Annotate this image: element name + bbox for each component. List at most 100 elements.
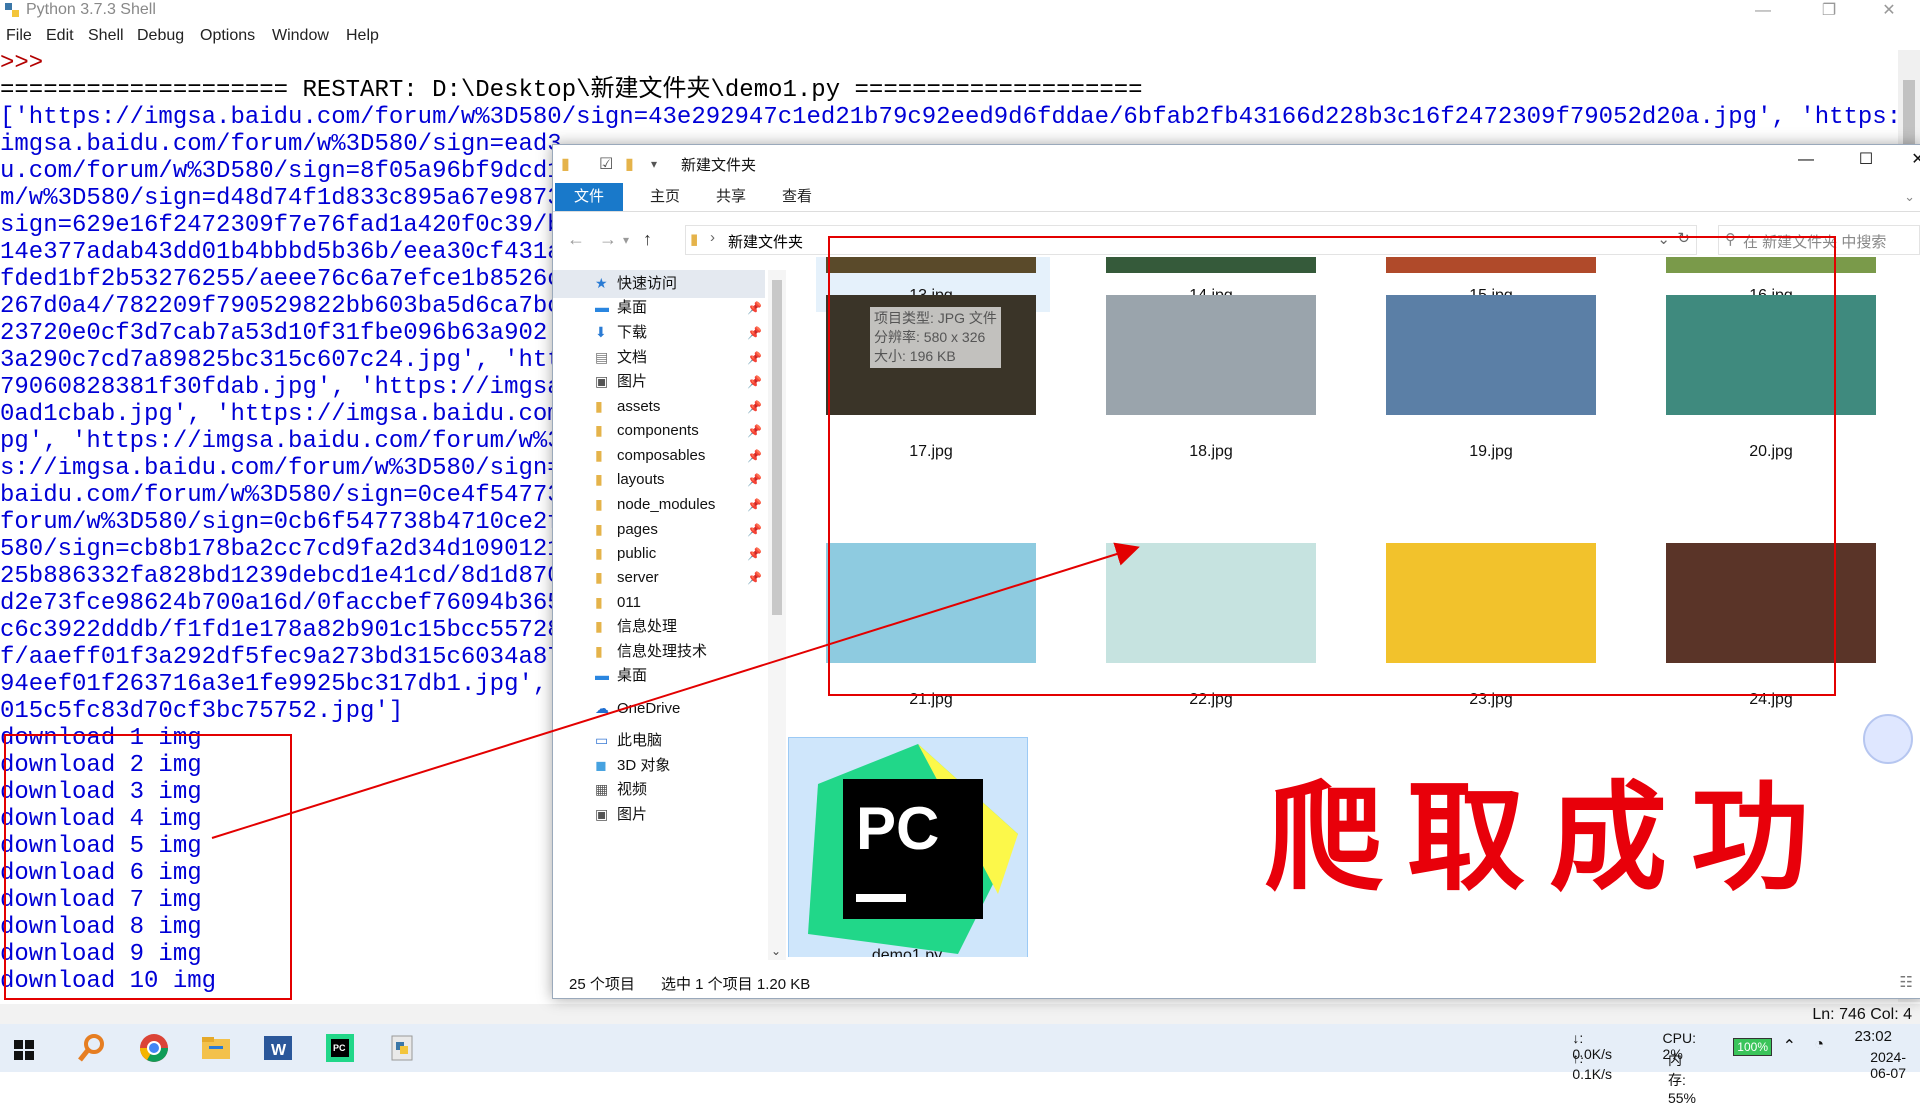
quick-access-dropdown-icon[interactable]: ▾ bbox=[651, 157, 657, 171]
menu-edit[interactable]: Edit bbox=[46, 27, 74, 45]
pin-icon: 📌 bbox=[747, 301, 762, 315]
nav-item-label: server bbox=[617, 569, 659, 586]
pin-icon: 📌 bbox=[747, 424, 762, 438]
selection-info: 选中 1 个项目 1.20 KB bbox=[661, 976, 811, 993]
pin-icon: 📌 bbox=[747, 326, 762, 340]
close-button[interactable]: ✕ bbox=[1866, 0, 1912, 22]
nav-item[interactable]: ☁ OneDrive bbox=[553, 695, 765, 723]
search-placeholder: 在 新建文件夹 中搜索 bbox=[1743, 234, 1887, 251]
menu-help[interactable]: Help bbox=[346, 27, 379, 45]
details-view-icon[interactable]: ☷ bbox=[1900, 973, 1913, 991]
back-arrow-icon[interactable]: ← bbox=[567, 229, 585, 250]
folder-icon: ▮ bbox=[561, 156, 570, 173]
nav-item[interactable]: ▮ 信息处理 bbox=[553, 613, 765, 641]
refresh-icon[interactable]: ↻ bbox=[1677, 229, 1690, 247]
nav-item[interactable]: ▣ 图片 📌 bbox=[553, 368, 765, 396]
explorer-title: 新建文件夹 bbox=[681, 157, 757, 174]
file-name: 22.jpg bbox=[1189, 691, 1233, 708]
cursor-position: Ln: 746 Col: 4 bbox=[1812, 1006, 1912, 1023]
file-name: 18.jpg bbox=[1189, 443, 1233, 460]
image-thumbnail bbox=[1666, 543, 1876, 663]
pictures-icon: ▣ bbox=[595, 373, 609, 389]
folder-icon: ▮ bbox=[595, 471, 603, 487]
menu-shell[interactable]: Shell bbox=[88, 27, 124, 45]
wifi-icon[interactable]: ◔ bbox=[1814, 1036, 1824, 1054]
pycharm-logo-icon: PC bbox=[808, 744, 1018, 954]
computer-icon: ▭ bbox=[595, 732, 609, 748]
folder-icon: ▮ bbox=[690, 231, 699, 248]
folder-icon: ▮ bbox=[595, 569, 603, 585]
ribbon-expand-icon[interactable]: ⌄ bbox=[1904, 189, 1915, 205]
file-explorer-icon[interactable] bbox=[200, 1032, 232, 1064]
explorer-titlebar: ▮ ☑ ▮ ▾ 新建文件夹 — ☐ ✕ bbox=[553, 145, 1920, 181]
windows-start-icon[interactable] bbox=[14, 1040, 34, 1060]
minimize-button[interactable]: — bbox=[1740, 0, 1786, 22]
nav-item-label: node_modules bbox=[617, 496, 716, 513]
tab-share[interactable]: 共享 bbox=[699, 183, 763, 211]
explorer-minimize-button[interactable]: — bbox=[1783, 149, 1829, 177]
navigation-pane: ★ 快速访问 ▬ 桌面 📌 ⬇ 下载 📌 ▤ 文档 📌 ▣ 图片 📌 ▮ assets 📌 ▮ components… bbox=[553, 270, 768, 960]
pycharm-icon[interactable]: PC bbox=[324, 1032, 356, 1064]
file-name: 23.jpg bbox=[1469, 691, 1513, 708]
nav-item[interactable]: ▮ server 📌 bbox=[553, 564, 765, 592]
folder-icon: ▮ bbox=[595, 422, 603, 438]
explorer-close-button[interactable]: ✕ bbox=[1895, 149, 1920, 177]
menu-options[interactable]: Options bbox=[200, 27, 255, 45]
file-tooltip: 项目类型: JPG 文件 分辨率: 580 x 326 大小: 196 KB bbox=[870, 307, 1001, 368]
properties-icon[interactable]: ☑ bbox=[599, 154, 613, 174]
address-box[interactable]: ▮ › 新建文件夹 ⌄ ↻ bbox=[685, 225, 1697, 255]
forward-arrow-icon[interactable]: → bbox=[599, 229, 617, 250]
folder-icon: ▮ bbox=[595, 594, 603, 610]
file-name: 24.jpg bbox=[1749, 691, 1793, 708]
menu-file[interactable]: File bbox=[6, 27, 32, 45]
maximize-button[interactable]: ❐ bbox=[1806, 0, 1852, 22]
new-folder-icon[interactable]: ▮ bbox=[625, 154, 634, 174]
cloud-icon: ☁ bbox=[595, 700, 609, 716]
show-hidden-icons-icon[interactable]: ⌃ bbox=[1783, 1036, 1796, 1056]
nav-scrollbar[interactable]: ⌄ bbox=[768, 270, 786, 960]
breadcrumb-current[interactable]: 新建文件夹 bbox=[728, 231, 803, 252]
search-icon[interactable] bbox=[76, 1032, 108, 1064]
nav-item[interactable]: ▬ 桌面 bbox=[553, 662, 765, 690]
scroll-down-icon[interactable]: ⌄ bbox=[771, 944, 781, 958]
nav-item[interactable]: ▣ 图片 bbox=[553, 801, 765, 829]
explorer-maximize-button[interactable]: ☐ bbox=[1843, 149, 1889, 177]
idle-statusbar: Ln: 746 Col: 4 bbox=[0, 1004, 1920, 1026]
word-icon[interactable]: W bbox=[262, 1032, 294, 1064]
shell-prompt: >>> bbox=[0, 50, 44, 77]
chrome-icon[interactable] bbox=[138, 1032, 170, 1064]
recent-dropdown-icon[interactable]: ▾ bbox=[623, 233, 629, 247]
address-dropdown-icon[interactable]: ⌄ bbox=[1657, 230, 1670, 248]
nav-item-label: 图片 bbox=[617, 373, 648, 390]
breadcrumb-separator-icon: › bbox=[710, 229, 715, 246]
download-icon: ⬇ bbox=[595, 324, 607, 340]
nav-item[interactable]: ⬇ 下载 📌 bbox=[553, 319, 765, 347]
nav-item[interactable]: ▭ 此电脑 bbox=[553, 727, 765, 755]
menu-debug[interactable]: Debug bbox=[137, 27, 184, 45]
clock-date[interactable]: 2024-06-07 bbox=[1870, 1049, 1906, 1081]
nav-item[interactable]: ▮ layouts 📌 bbox=[553, 466, 765, 494]
nav-item[interactable]: ▮ components 📌 bbox=[553, 417, 765, 445]
tooltip-line: 项目类型: JPG 文件 bbox=[874, 310, 997, 326]
nav-item[interactable]: ▬ 桌面 📌 bbox=[553, 294, 765, 322]
svg-text:PC: PC bbox=[333, 1043, 346, 1053]
python-icon bbox=[5, 3, 19, 17]
pin-icon: 📌 bbox=[747, 571, 762, 585]
menu-window[interactable]: Window bbox=[272, 27, 329, 45]
nav-item[interactable]: ▦ 视频 bbox=[553, 776, 765, 804]
nav-item[interactable]: ▮ node_modules 📌 bbox=[553, 491, 765, 519]
battery-indicator[interactable]: 100% bbox=[1733, 1038, 1772, 1056]
file-name: 20.jpg bbox=[1749, 443, 1793, 460]
up-arrow-icon[interactable]: ↑ bbox=[643, 229, 652, 250]
output-line: ['https://imgsa.baidu.com/forum/w%3D580/… bbox=[0, 104, 1900, 131]
desktop-icon: ▬ bbox=[595, 299, 609, 315]
tab-home[interactable]: 主页 bbox=[633, 183, 697, 211]
python-idle-icon[interactable] bbox=[386, 1032, 418, 1064]
search-box[interactable]: ⚲ 在 新建文件夹 中搜索 bbox=[1718, 225, 1920, 255]
tab-file[interactable]: 文件 bbox=[555, 183, 623, 211]
taskbar: W PC ↓: 0.0K/s ↑: 0.1K/s CPU: 2% 内存: 55%… bbox=[0, 1024, 1920, 1106]
scrollbar-thumb[interactable] bbox=[772, 280, 782, 615]
assistant-floating-button[interactable] bbox=[1863, 714, 1913, 764]
tab-view[interactable]: 查看 bbox=[765, 183, 829, 211]
clock-time[interactable]: 23:02 bbox=[1854, 1028, 1892, 1045]
